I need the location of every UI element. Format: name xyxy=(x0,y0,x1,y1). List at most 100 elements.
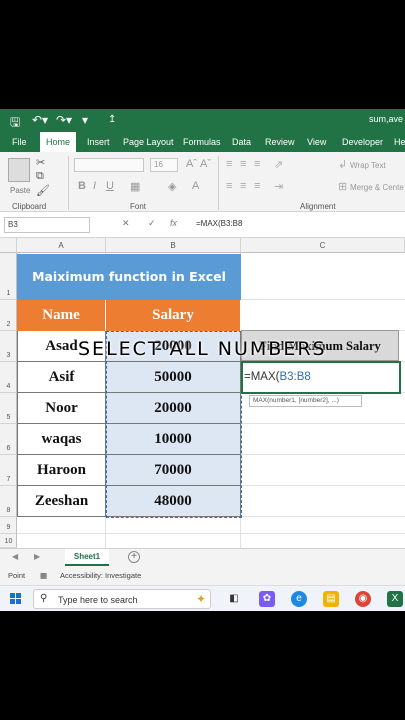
name-box[interactable]: B3 xyxy=(4,217,90,233)
merge-center-label[interactable]: Merge & Cente xyxy=(350,183,404,192)
next-sheet-icon[interactable]: ▶ xyxy=(34,552,40,561)
cell-name[interactable]: Asif xyxy=(17,362,106,393)
copilot-icon[interactable]: ✿ xyxy=(259,591,275,607)
sheet-tab-sheet1[interactable]: Sheet1 xyxy=(65,549,109,566)
row-header-4[interactable]: 4 xyxy=(0,362,17,393)
merge-center-icon[interactable]: ⊞ xyxy=(338,180,347,193)
font-color-icon[interactable]: A xyxy=(192,180,199,192)
search-icon: ⚲ xyxy=(40,593,48,604)
fill-color-icon[interactable]: ◈ xyxy=(168,180,176,193)
copy-icon[interactable]: ⧉ xyxy=(36,170,44,183)
select-all-corner[interactable] xyxy=(0,238,17,253)
format-painter-icon[interactable]: 🖌 xyxy=(36,184,50,197)
row-header-7[interactable]: 7 xyxy=(0,455,17,486)
save-icon[interactable]: 🖫 xyxy=(10,113,20,134)
align-center-icon[interactable]: ≡ xyxy=(240,180,246,192)
paste-icon[interactable] xyxy=(8,158,30,182)
function-tooltip[interactable]: MAX(number1, [number2], ...) xyxy=(249,395,362,407)
gridline xyxy=(17,533,405,534)
cell-salary[interactable]: 70000 xyxy=(106,455,241,486)
tab-insert[interactable]: Insert xyxy=(85,132,112,152)
cut-icon[interactable]: ✂ xyxy=(36,156,45,169)
file-explorer-icon[interactable]: ▤ xyxy=(323,591,339,607)
borders-icon[interactable]: ▦ xyxy=(130,180,140,193)
title-bar: 🖫 ↶▾ ↷▾ ▾ ↥ sum,ave xyxy=(0,109,405,132)
sheet-tab-bar: ◀ ▶ Sheet1 + xyxy=(0,548,405,567)
wrap-text-icon[interactable]: ↲ xyxy=(338,158,347,171)
windows-start-icon[interactable] xyxy=(10,593,22,605)
column-header-b[interactable]: B xyxy=(106,238,241,253)
document-title: sum,ave xyxy=(368,114,403,124)
accessibility-status[interactable]: Accessibility: Investigate xyxy=(60,571,141,580)
chrome-icon[interactable]: ◉ xyxy=(355,591,371,607)
status-bar: Point ▦ Accessibility: Investigate xyxy=(0,567,405,585)
customize-quick-access-icon[interactable]: ▾ xyxy=(82,113,88,127)
tab-home[interactable]: Home xyxy=(40,132,76,152)
paste-label[interactable]: Paste xyxy=(10,186,30,195)
cell-salary[interactable]: 50000 xyxy=(106,362,241,393)
undo-icon[interactable]: ↶▾ xyxy=(32,113,48,127)
active-edit-cell[interactable]: =MAX(B3:B8 xyxy=(241,361,401,394)
tab-review[interactable]: Review xyxy=(263,132,297,152)
align-left-icon[interactable]: ≡ xyxy=(226,180,232,192)
status-mode: Point xyxy=(8,571,26,580)
font-name-box[interactable] xyxy=(74,158,144,172)
cell-salary[interactable]: 48000 xyxy=(106,486,241,517)
edit-formula-prefix: =MAX( xyxy=(244,371,280,383)
wrap-text-label[interactable]: Wrap Text xyxy=(350,161,386,170)
tab-developer[interactable]: Developer xyxy=(340,132,385,152)
tab-help[interactable]: Hel xyxy=(392,132,405,152)
row-header-8[interactable]: 8 xyxy=(0,486,17,517)
tab-file[interactable]: File xyxy=(10,132,29,152)
underline-icon[interactable]: U xyxy=(106,180,114,192)
group-font: Font xyxy=(130,202,147,211)
italic-icon[interactable]: I xyxy=(93,180,96,192)
align-right-icon[interactable]: ≡ xyxy=(254,180,260,192)
bold-icon[interactable]: B xyxy=(78,180,86,192)
task-view-icon[interactable]: ◧ xyxy=(226,591,242,607)
cell-salary[interactable]: 20000 xyxy=(106,393,241,424)
prev-sheet-icon[interactable]: ◀ xyxy=(12,552,18,561)
cell-salary[interactable]: 10000 xyxy=(106,424,241,455)
macro-record-icon[interactable]: ▦ xyxy=(40,571,47,580)
row-header-5[interactable]: 5 xyxy=(0,393,17,424)
cell-name[interactable]: Noor xyxy=(17,393,106,424)
column-header-a[interactable]: A xyxy=(17,238,106,253)
tab-data[interactable]: Data xyxy=(230,132,253,152)
tab-page-layout[interactable]: Page Layout xyxy=(121,132,176,152)
tab-formulas[interactable]: Formulas xyxy=(181,132,223,152)
tab-view[interactable]: View xyxy=(305,132,328,152)
align-top-icon[interactable]: ≡ xyxy=(226,158,232,170)
redo-icon[interactable]: ↷▾ xyxy=(56,113,72,127)
column-header-c[interactable]: C xyxy=(241,238,405,253)
indent-icon[interactable]: ⇥ xyxy=(274,180,283,193)
align-bottom-icon[interactable]: ≡ xyxy=(254,158,260,170)
cell-name[interactable]: Zeeshan xyxy=(17,486,106,517)
worksheet-grid[interactable]: A B C 1 2 3 4 5 6 7 8 9 10 Maiximum func… xyxy=(0,238,405,548)
align-middle-icon[interactable]: ≡ xyxy=(240,158,246,170)
font-size-box[interactable]: 16 xyxy=(150,158,178,172)
pin-icon[interactable]: ↥ xyxy=(108,114,116,125)
row-header-3[interactable]: 3 xyxy=(0,331,17,362)
decrease-font-icon[interactable]: Aˇ xyxy=(200,158,211,170)
edge-icon[interactable]: e xyxy=(291,591,307,607)
cancel-icon[interactable]: ✕ xyxy=(122,218,130,229)
row-header-2[interactable]: 2 xyxy=(0,300,17,331)
taskbar-search[interactable]: ⚲ Type here to search ✦ xyxy=(33,589,211,609)
row-header-1[interactable]: 1 xyxy=(0,253,17,300)
ribbon-tabs: File Home Insert Page Layout Formulas Da… xyxy=(0,132,405,152)
enter-icon[interactable]: ✓ xyxy=(148,218,156,229)
header-name: Name xyxy=(17,300,106,331)
cell-name[interactable]: waqas xyxy=(17,424,106,455)
row-header-10[interactable]: 10 xyxy=(0,534,17,548)
increase-font-icon[interactable]: Aˆ xyxy=(186,158,197,170)
orientation-icon[interactable]: ⇗ xyxy=(274,158,283,171)
excel-taskbar-icon[interactable]: X xyxy=(387,591,403,607)
formula-input[interactable]: =MAX(B3:B8 xyxy=(196,219,242,228)
insert-function-icon[interactable]: fx xyxy=(170,218,177,228)
overlay-caption: SELECT ALL NUMBERS xyxy=(78,338,327,360)
row-header-9[interactable]: 9 xyxy=(0,517,17,534)
cell-name[interactable]: Haroon xyxy=(17,455,106,486)
row-header-6[interactable]: 6 xyxy=(0,424,17,455)
add-sheet-icon[interactable]: + xyxy=(128,551,140,563)
